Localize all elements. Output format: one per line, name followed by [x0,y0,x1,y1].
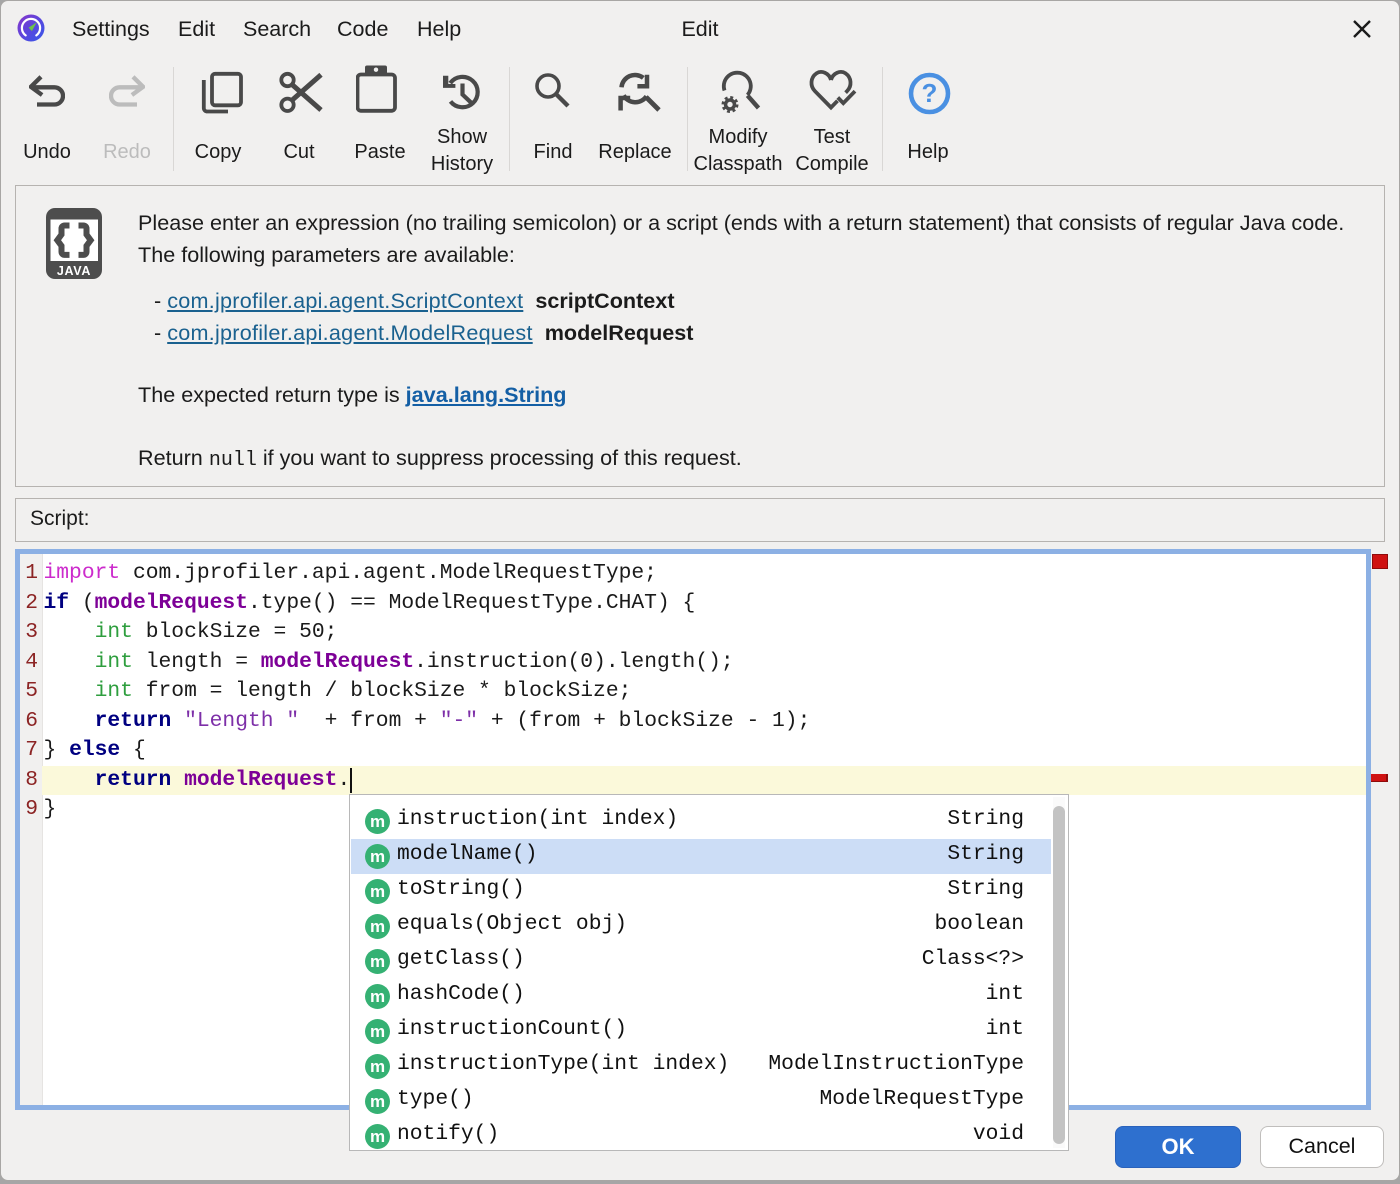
svg-text:?: ? [922,78,938,108]
svg-text:JAVA: JAVA [57,264,91,278]
